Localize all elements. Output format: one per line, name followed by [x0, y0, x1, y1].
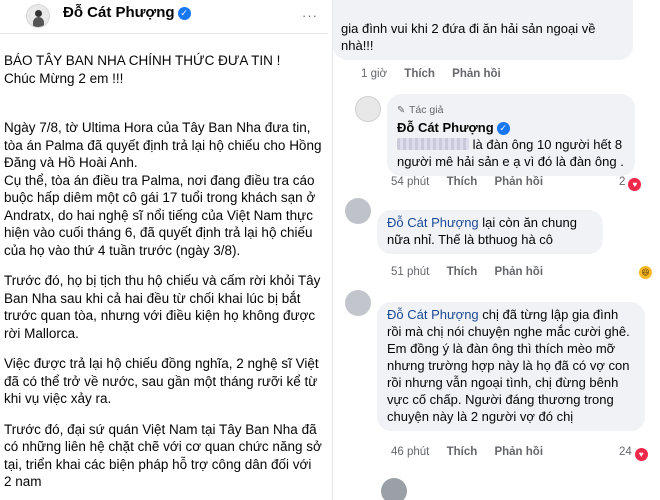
- post-headline: BÁO TÂY BAN NHA CHÍNH THỨC ĐƯA TIN !: [4, 53, 281, 68]
- comment-time: 1 giờ: [361, 68, 388, 80]
- post-body: BÁO TÂY BAN NHA CHÍNH THỨC ĐƯA TIN ! Chú…: [4, 52, 322, 491]
- comment-text: chị đã từng lập gia đình rồi mà chị nói …: [387, 307, 630, 424]
- author-avatar[interactable]: [355, 96, 381, 122]
- comment-time: 54 phút: [391, 176, 430, 188]
- comment-bubble: gia đình vui khi 2 đứa đi ăn hải sản ngo…: [333, 0, 633, 60]
- reaction-count[interactable]: 24 ♥: [619, 446, 648, 461]
- like-link[interactable]: Thích: [447, 266, 478, 278]
- reaction-count[interactable]: 😆: [639, 264, 652, 279]
- author-name-row[interactable]: Đỗ Cát Phượng ✓: [63, 4, 191, 21]
- blurred-name: [397, 138, 469, 150]
- comment-time: 46 phút: [391, 446, 430, 458]
- post-paragraph: Trước đó, đại sứ quán Việt Nam tại Tây B…: [4, 421, 326, 490]
- post-panel: Đỗ Cát Phượng ✓ ··· BÁO TÂY BAN NHA CHÍNH…: [0, 0, 328, 500]
- comment-time: 51 phút: [391, 266, 430, 278]
- post-paragraph: Việc được trả lại hộ chiếu đồng nghĩa, 2…: [4, 356, 323, 406]
- post-paragraph: Cụ thể, tòa án điều tra Palma, nơi đang …: [4, 172, 319, 258]
- more-options-icon[interactable]: ···: [302, 8, 318, 23]
- comment-author[interactable]: Đỗ Cát Phượng: [397, 120, 494, 135]
- reply-link[interactable]: Phản hồi: [452, 68, 501, 80]
- mention-tag[interactable]: Đỗ Cát Phượng: [387, 307, 479, 322]
- author-avatar[interactable]: [26, 4, 50, 28]
- commenter-avatar[interactable]: [381, 478, 407, 500]
- author-tag: Tác giả: [409, 104, 444, 116]
- commenter-avatar[interactable]: [345, 290, 371, 316]
- comment-bubble: Đỗ Cát Phượng lại còn ăn chung nữa nhỉ. …: [377, 210, 603, 254]
- comment-bubble: ✎ Tác giả Đỗ Cát Phượng ✓ là đàn ông 10 n…: [387, 94, 635, 176]
- comment-meta: 1 giờ Thích Phản hồi: [361, 68, 515, 80]
- verified-badge-icon: ✓: [177, 7, 191, 20]
- heart-reaction-icon: ♥: [628, 178, 642, 191]
- author-name[interactable]: Đỗ Cát Phượng: [63, 4, 175, 21]
- reply-link[interactable]: Phản hồi: [494, 176, 543, 188]
- comment-meta: 51 phút Thích Phản hồi: [391, 266, 557, 278]
- comment-bubble: Đỗ Cát Phượng chị đã từng lập gia đình r…: [377, 302, 645, 431]
- post-greeting: Chúc Mừng 2 em !!!: [4, 70, 124, 86]
- comment-meta: 46 phút Thích Phản hồi: [391, 446, 557, 458]
- reply-link[interactable]: Phản hồi: [494, 446, 543, 458]
- divider: [0, 33, 328, 34]
- reply-link[interactable]: Phản hồi: [494, 266, 543, 278]
- post-paragraph: Trước đó, họ bị tịch thu hộ chiếu và cấm…: [4, 273, 325, 341]
- pen-icon: ✎: [397, 105, 406, 116]
- comments-panel: gia đình vui khi 2 đứa đi ăn hải sản ngo…: [332, 0, 660, 500]
- author-tag-row: ✎ Tác giả: [397, 100, 625, 119]
- reaction-count[interactable]: 2 ♥: [619, 176, 642, 191]
- like-link[interactable]: Thích: [447, 176, 478, 188]
- mention-tag[interactable]: Đỗ Cát Phượng: [387, 215, 479, 230]
- like-link[interactable]: Thích: [404, 68, 435, 80]
- haha-reaction-icon: 😆: [639, 266, 652, 279]
- commenter-avatar[interactable]: [345, 198, 371, 224]
- post-header: Đỗ Cát Phượng ✓ ···: [0, 0, 328, 32]
- post-paragraph: Ngày 7/8, tờ Ultima Hora của Tây Ban Nha…: [4, 120, 326, 170]
- comment-meta: 54 phút Thích Phản hồi: [391, 176, 557, 188]
- comment-text: gia đình vui khi 2 đứa đi ăn hải sản ngo…: [341, 21, 596, 53]
- heart-reaction-icon: ♥: [634, 448, 648, 461]
- like-link[interactable]: Thích: [447, 446, 478, 458]
- verified-badge-icon: ✓: [496, 122, 510, 135]
